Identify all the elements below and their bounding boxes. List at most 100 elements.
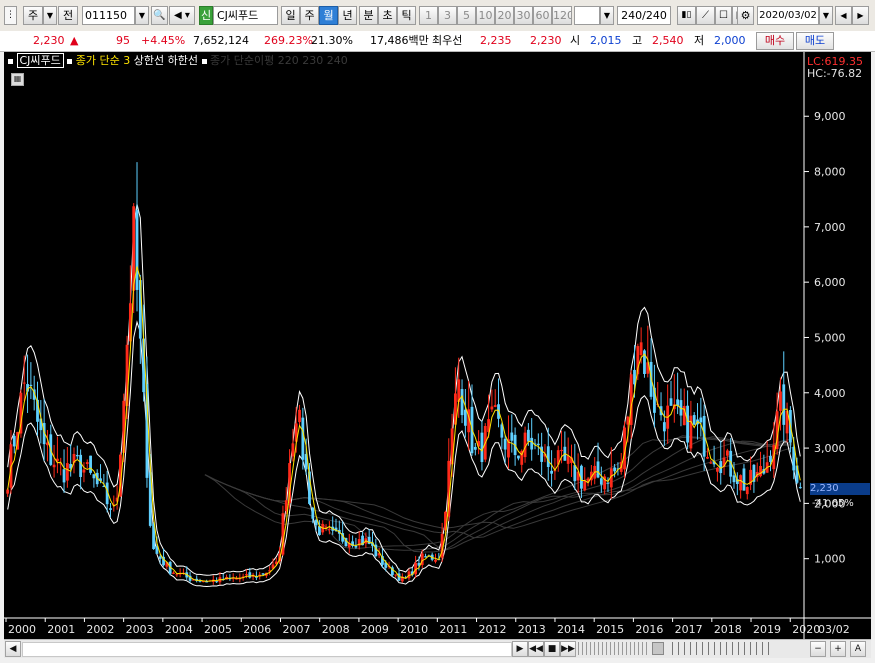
scroll-end-icon[interactable]: ▶▶ [560,641,576,657]
interval-1[interactable]: 1 [419,6,438,25]
tab-second[interactable]: 초 [378,6,397,25]
grip-icon: ⋮ [4,6,17,25]
trade-amount: 17,486백만 [370,34,429,47]
volume: 7,652,124 [193,34,249,47]
candle-body [782,384,786,425]
open-price: 2,015 [590,34,622,47]
x-tick-label: 2010 [400,623,428,636]
tab-tick[interactable]: 틱 [397,6,416,25]
legend-ma[interactable]: 종가 단순 3 [76,54,130,67]
candles [6,162,802,585]
legend-stock-name[interactable]: CJ씨푸드 [16,53,64,68]
price-chart[interactable]: 1,000 2,000 3,000 4,000 5,000 6,000 7,000 8,000… [4,52,871,639]
tab-monthly[interactable]: 월 [319,6,338,25]
zoom-out-icon[interactable]: − [810,641,826,657]
checkbox-icon[interactable]: ☐ [715,6,732,25]
candle-body [606,482,610,484]
bar-count-field[interactable]: 240/240 [617,6,671,25]
x-tick-label: 2006 [243,623,271,636]
volume-ratio: 269.23% [264,34,313,47]
x-tick-label: 2019 [753,623,781,636]
price-change-pct: +4.45% [141,34,186,47]
sell-button[interactable]: 매도 [796,32,834,50]
interval-60[interactable]: 60 [533,6,552,25]
candle-body [52,464,56,468]
scroll-track[interactable] [22,642,512,657]
y-tick-label: 4,000 [814,387,846,400]
zoom-in-icon[interactable]: + [830,641,846,657]
y-tick-label: 6,000 [814,276,846,289]
candle-body [109,508,112,510]
chevron-down-icon[interactable]: ▼ [43,6,57,25]
high-price: 2,540 [652,34,684,47]
tab-yearly[interactable]: 년 [338,6,357,25]
legend-marker-icon [8,58,13,64]
line-tool-icon[interactable]: ⟋ [696,6,715,25]
horizontal-scrollbar[interactable]: ◀ ▶ ◀◀ ■ ▶▶ − + A [4,639,871,658]
best-ask: 2,235 [480,34,512,47]
legend-upper[interactable]: 상한선 [134,54,164,67]
grid-toggle-icon[interactable]: ▦ [11,73,24,86]
low-label: 저 [694,34,705,47]
tab-weekly[interactable]: 주 [300,6,319,25]
candle-body [327,528,331,530]
buy-button[interactable]: 매수 [756,32,794,50]
legend-marker-icon [67,58,73,64]
candle-body [298,409,301,423]
date-field[interactable]: 2020/03/02 [757,6,819,25]
stock-name-field[interactable]: CJ씨푸드 [213,6,278,25]
candle-settings-icon[interactable]: ▮▯ [677,6,696,25]
gear-icon[interactable]: ⚙ [737,6,754,25]
candle-body [560,449,563,452]
y-tick-label: 9,000 [814,110,846,123]
tab-minute[interactable]: 분 [359,6,378,25]
speaker-icon[interactable]: ◀ ▾ [169,6,195,25]
candle-body [536,443,540,446]
auto-scale-icon[interactable]: A [850,641,866,657]
candle-body [434,559,437,562]
candle-body [92,474,96,479]
interval-120[interactable]: 120 [552,6,572,25]
tool-strip[interactable] [672,642,772,655]
candle-body [583,481,587,491]
interval-3[interactable]: 3 [438,6,457,25]
high-label: 고 [632,34,643,47]
interval-20[interactable]: 20 [495,6,514,25]
candle-body [463,409,467,426]
stock-code-input[interactable]: 011150 [82,6,135,25]
scroll-start-icon[interactable]: ◀◀ [528,641,544,657]
zoom-handle[interactable] [652,642,664,655]
interval-custom-input[interactable] [574,6,600,25]
tab-daily[interactable]: 일 [281,6,300,25]
prev-date-icon[interactable]: ◀ [835,6,852,25]
scroll-right-icon[interactable]: ▶ [512,641,528,657]
candle-body [158,556,162,559]
date-dropdown-icon[interactable]: ▼ [819,6,833,25]
next-date-icon[interactable]: ▶ [852,6,869,25]
period-type-button[interactable]: 주 [23,6,43,25]
y-tick-label: 8,000 [814,166,846,179]
market-toggle-button[interactable]: 전 [58,6,78,25]
x-axis: 2000 2001 2002 2003 2004 2005 2006 2007 2008 2009… [5,618,850,636]
y-tick-label: 1,000 [814,553,846,566]
interval-5[interactable]: 5 [457,6,476,25]
price-change: 95 [116,34,130,47]
interval-30[interactable]: 30 [514,6,533,25]
stock-code-dropdown-icon[interactable]: ▼ [135,6,149,25]
interval-10[interactable]: 10 [476,6,495,25]
search-icon[interactable]: 🔍 [151,6,168,25]
zoom-slider[interactable] [578,642,648,655]
candle-body [314,519,318,526]
x-tick-label: 2008 [322,623,350,636]
legend-lower[interactable]: 하한선 [168,54,198,67]
chart-canvas[interactable]: 1,0002,0003,0004,0005,0006,0007,0008,000… [4,52,871,639]
x-tick-label: 2003 [126,623,154,636]
x-tick-label: 2017 [675,623,703,636]
chart-legend: CJ씨푸드 종가 단순 3 상한선 하한선 종가 단순이평 220 230 24… [8,53,348,68]
stop-icon[interactable]: ■ [544,641,560,657]
legend-long-ma[interactable]: 종가 단순이평 220 230 240 [210,54,348,67]
interval-dropdown-icon[interactable]: ▼ [600,6,614,25]
candle-body [686,405,689,443]
candle-body [301,417,305,460]
scroll-left-icon[interactable]: ◀ [5,641,21,657]
